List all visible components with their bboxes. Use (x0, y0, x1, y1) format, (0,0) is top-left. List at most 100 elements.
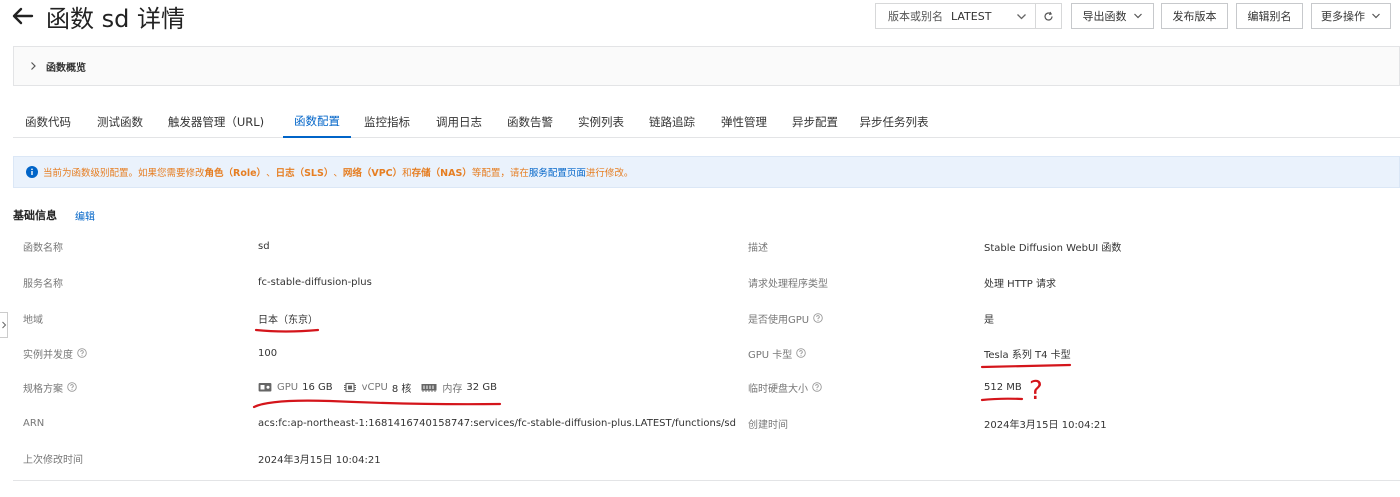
notice-network: 网络（VPC） (342, 168, 403, 179)
field-value-gpu-type: Tesla 系列 T4 卡型 (984, 349, 1071, 361)
spec-memory: 内存 32 GB (421, 380, 497, 395)
field-value-function-name: sd (258, 240, 270, 252)
field-label-handler-type: 请求处理程序类型 (748, 275, 828, 290)
edit-alias-label: 编辑别名 (1247, 10, 1292, 23)
field-label-gpu-type: GPU 卡型 (748, 346, 807, 361)
version-alias-select[interactable]: 版本或别名 LATEST (875, 3, 1036, 29)
field-label-text: ARN (23, 417, 45, 429)
memory-icon (421, 383, 437, 392)
notice-log: 日志（SLS） (275, 168, 334, 179)
tab-function-config[interactable]: 函数配置 (283, 105, 351, 138)
field-label-description: 描述 (748, 239, 768, 254)
question-icon[interactable] (812, 382, 822, 392)
tab-instance-list[interactable]: 实例列表 (570, 105, 632, 138)
spec-vcpu-value: 8 核 (391, 383, 412, 395)
field-value-disk-size: 512 MB (984, 381, 1022, 393)
field-label-concurrency: 实例并发度 (23, 346, 87, 361)
tab-async-task-list[interactable]: 异步任务列表 (856, 105, 932, 138)
edit-basic-info-link[interactable]: 编辑 (75, 208, 95, 223)
export-function-button[interactable]: 导出函数 (1071, 3, 1154, 29)
function-overview-panel[interactable]: 函数概览 (13, 46, 1400, 86)
notice-separator: 、 (333, 168, 343, 179)
notice-storage: 存储（NAS） (411, 168, 472, 179)
field-label-last-modified: 上次修改时间 (23, 451, 83, 466)
chevron-down-icon (1133, 13, 1142, 19)
field-label-spec: 规格方案 (23, 380, 77, 395)
spec-memory-value: 32 GB (466, 381, 497, 393)
field-value-region: 日本（东京） (258, 314, 318, 326)
tab-test-function[interactable]: 测试函数 (87, 105, 153, 138)
info-icon (26, 166, 38, 178)
chevron-right-icon (1, 321, 6, 329)
field-label-service-name: 服务名称 (23, 275, 63, 290)
tab-bar: 函数代码 测试函数 触发器管理（URL) 函数配置 监控指标 调用日志 函数告警… (13, 105, 1400, 138)
more-actions-button[interactable]: 更多操作 (1311, 3, 1391, 29)
notice-separator: 、 (266, 168, 276, 179)
field-label-text: 是否使用GPU (748, 314, 810, 326)
chevron-right-icon (31, 62, 36, 70)
chevron-down-icon (1017, 14, 1026, 20)
tab-tracing[interactable]: 链路追踪 (641, 105, 703, 138)
field-value-use-gpu: 是 (984, 314, 994, 326)
refresh-icon (1044, 11, 1053, 21)
notice-role: 角色（Role） (204, 168, 267, 179)
notice-text: 当前为函数级别配置。如果您需要修改 (43, 168, 205, 179)
edit-alias-button[interactable]: 编辑别名 (1236, 3, 1303, 29)
publish-version-button[interactable]: 发布版本 (1161, 3, 1228, 29)
tab-invocation-logs[interactable]: 调用日志 (428, 105, 490, 138)
field-value-created-time: 2024年3月15日 10:04:21 (984, 419, 1107, 431)
field-label-use-gpu: 是否使用GPU (748, 311, 823, 326)
tab-function-alerts[interactable]: 函数告警 (499, 105, 561, 138)
field-label-text: 临时硬盘大小 (748, 383, 808, 395)
cpu-chip-icon (343, 382, 356, 392)
tab-trigger-management[interactable]: 触发器管理（URL) (163, 105, 269, 138)
version-select-value: LATEST (951, 9, 992, 23)
refresh-button[interactable] (1036, 3, 1062, 29)
field-value-last-modified: 2024年3月15日 10:04:21 (258, 454, 381, 466)
field-label-arn: ARN (23, 416, 44, 430)
spec-vcpu: vCPU 8 核 (343, 380, 412, 395)
spec-gpu-label: GPU (277, 381, 299, 393)
export-function-label: 导出函数 (1082, 10, 1127, 23)
notice-text: 等配置，请在 (471, 168, 529, 179)
tab-elastic-management[interactable]: 弹性管理 (713, 105, 775, 138)
chevron-down-icon (1372, 13, 1380, 19)
field-label-text: 描述 (748, 242, 768, 254)
question-icon[interactable] (77, 348, 87, 358)
spec-gpu-value: 16 GB (302, 381, 333, 393)
config-notice-banner: 当前为函数级别配置。如果您需要修改 角色（Role） 、 日志（SLS） 、 网… (13, 156, 1400, 188)
field-label-text: 规格方案 (23, 383, 63, 395)
back-arrow-icon[interactable] (10, 3, 36, 29)
field-value-arn: acs:fc:ap-northeast-1:1681416740158747:s… (258, 417, 736, 429)
field-label-text: 服务名称 (23, 278, 63, 290)
spec-vcpu-label: vCPU (361, 381, 388, 393)
function-overview-label: 函数概览 (46, 62, 86, 74)
field-value-concurrency: 100 (258, 347, 278, 359)
more-actions-label: 更多操作 (1321, 10, 1365, 23)
question-icon[interactable] (796, 348, 807, 358)
sidebar-expand-handle[interactable] (0, 312, 8, 338)
page-header: 函数 sd 详情 版本或别名 LATEST 导出函数 发布版本 编辑别名 更多操… (0, 0, 1400, 36)
notice-text: 进行修改。 (585, 168, 634, 179)
version-select-label: 版本或别名 (888, 10, 943, 23)
field-label-text: 请求处理程序类型 (748, 278, 828, 290)
field-value-spec: GPU 16 GB vCPU 8 核 内存 32 GB (258, 380, 507, 395)
field-value-service-name: fc-stable-diffusion-plus (258, 276, 372, 288)
gpu-card-icon (258, 382, 272, 391)
service-config-link[interactable]: 服务配置页面 (529, 165, 586, 179)
basic-info-title: 基础信息 (13, 209, 57, 222)
tab-async-config[interactable]: 异步配置 (784, 105, 846, 138)
tab-function-code[interactable]: 函数代码 (13, 105, 83, 138)
field-label-disk-size: 临时硬盘大小 (748, 380, 822, 395)
field-label-region: 地域 (23, 311, 43, 326)
field-label-function-name: 函数名称 (23, 239, 63, 254)
question-icon[interactable] (67, 382, 77, 392)
page-title: 函数 sd 详情 (46, 5, 185, 33)
field-label-created-time: 创建时间 (748, 416, 788, 431)
field-value-handler-type: 处理 HTTP 请求 (984, 278, 1056, 290)
question-icon[interactable] (813, 313, 823, 323)
field-label-text: 创建时间 (748, 419, 788, 431)
tab-monitoring[interactable]: 监控指标 (356, 105, 418, 138)
annotation-question-mark: ? (1029, 376, 1043, 406)
field-label-text: 地域 (23, 314, 43, 326)
